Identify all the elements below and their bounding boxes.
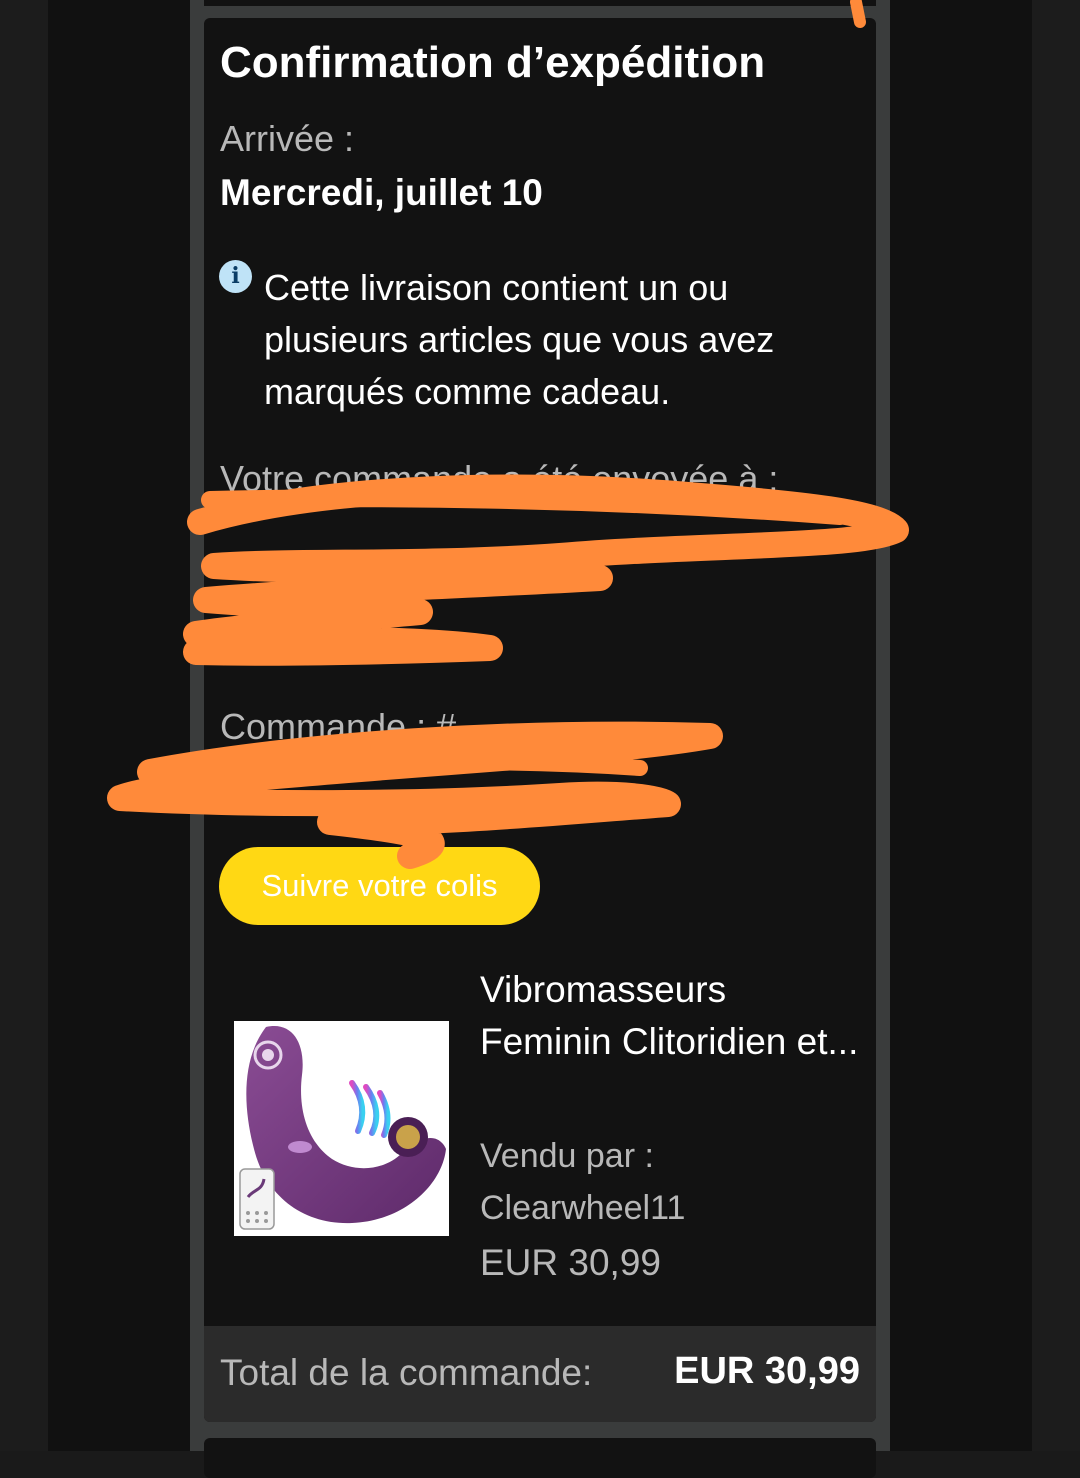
order-total-value: EUR 30,99 [674, 1350, 860, 1392]
product-image[interactable] [234, 1021, 449, 1236]
sold-by-label: Vendu par : [480, 1137, 654, 1175]
shipment-title: Confirmation d’expédition [220, 38, 766, 87]
outer-background-left [0, 0, 48, 1451]
order-number-label: Commande : # [220, 706, 457, 747]
seller-name: Clearwheel11 [480, 1189, 686, 1227]
arrival-label: Arrivée : [220, 118, 355, 159]
item-price: EUR 30,99 [480, 1242, 661, 1283]
sold-by: Vendu par : Clearwheel11 [480, 1130, 860, 1234]
product-photo-icon [239, 1026, 446, 1230]
info-icon: i [219, 260, 252, 293]
previous-card-edge [204, 0, 876, 6]
shipment-card: Confirmation d’expédition Arrivée : Merc… [204, 18, 876, 1422]
outer-panel-left [48, 0, 190, 1451]
next-card-edge [204, 1438, 876, 1478]
track-package-button[interactable]: Suivre votre colis [219, 847, 540, 925]
arrival-date: Mercredi, juillet 10 [220, 172, 543, 213]
gift-note: Cette livraison contient un ou plusieurs… [264, 267, 775, 412]
order-total-label: Total de la commande: [220, 1352, 593, 1393]
outer-background-right [1032, 0, 1080, 1451]
order-total-bar: Total de la commande: EUR 30,99 [204, 1326, 876, 1422]
product-name-link[interactable]: Vibromasseurs Feminin Clitoridien et... [480, 964, 860, 1068]
sent-to-label: Votre commande a été envoyée à : [220, 458, 779, 499]
outer-panel-right [890, 0, 1032, 1451]
